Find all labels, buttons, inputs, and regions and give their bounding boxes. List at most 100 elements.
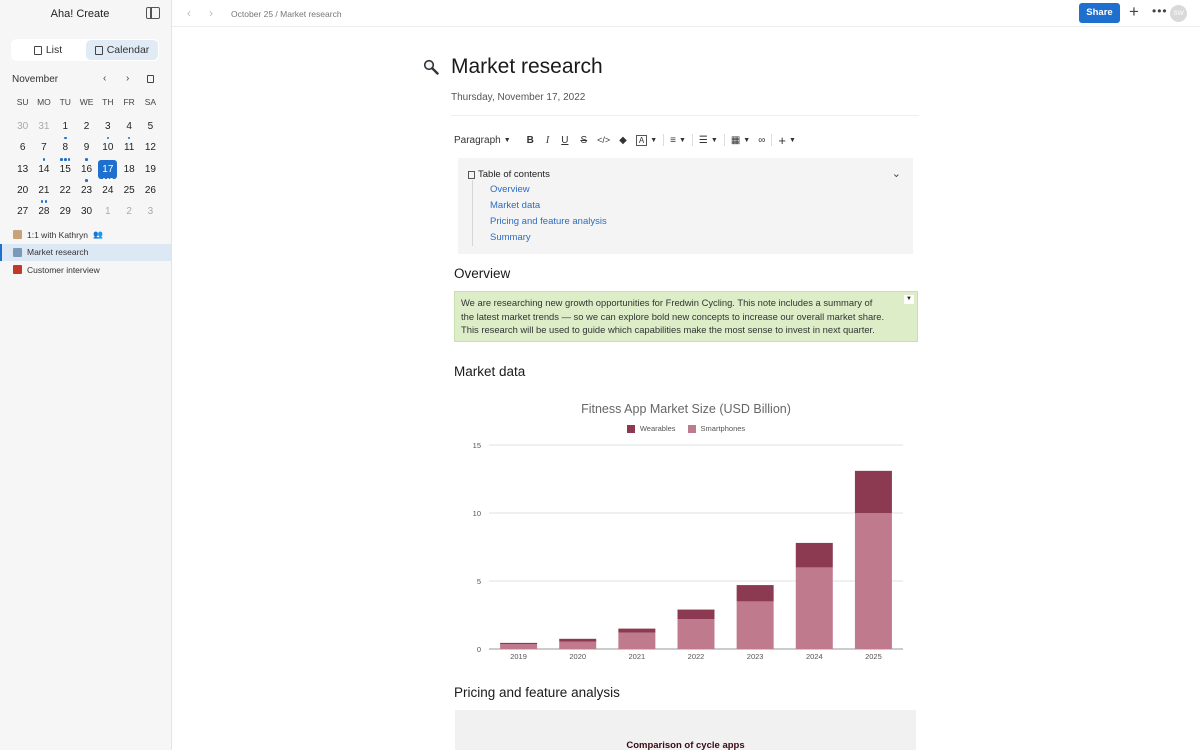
note-item[interactable]: Market research [0, 243, 171, 261]
toc-title: Table of contents [468, 169, 550, 180]
calendar-day[interactable]: 9 [76, 138, 97, 161]
calendar-day[interactable]: 24 [97, 181, 118, 202]
day-number: 12 [144, 142, 156, 154]
magnifier-icon[interactable] [423, 59, 439, 75]
toc-link[interactable]: Pricing and feature analysis [490, 214, 607, 230]
underline-icon[interactable]: U [561, 135, 568, 146]
chevron-down-icon[interactable]: ⌄ [892, 167, 901, 180]
calendar-day[interactable]: 1 [55, 117, 76, 140]
calendar-day[interactable]: 4 [118, 117, 139, 140]
calendar-day-selected[interactable]: 17 [97, 159, 118, 181]
breadcrumb[interactable]: October 25 / Market research [231, 9, 342, 19]
calendar-day[interactable]: 2 [118, 202, 139, 223]
day-number: 11 [123, 142, 135, 154]
overview-callout[interactable]: We are researching new growth opportunit… [454, 291, 918, 342]
calendar-day[interactable]: 3 [97, 117, 118, 140]
bar-smartphones-2020 [559, 641, 597, 649]
y-tick-label: 0 [477, 645, 481, 654]
calendar-day[interactable]: 15 [55, 160, 76, 181]
sidebar-toggle-icon[interactable] [146, 7, 160, 19]
x-tick-label: 2019 [510, 652, 527, 661]
day-number: 15 [59, 163, 71, 175]
calendar-day[interactable]: 29 [55, 202, 76, 223]
more-options-icon[interactable]: ••• [1152, 4, 1168, 18]
calendar-day[interactable]: 8 [55, 138, 76, 161]
calendar-grid: SU MO TU WE TH FR SA 30 31 1 2 3 4 5 6 7 8 9 10 11 12 13 14 15 1… [12, 96, 161, 223]
italic-icon[interactable]: I [546, 135, 549, 146]
calendar-day[interactable]: 26 [140, 181, 161, 202]
day-number: 3 [105, 121, 111, 133]
sidebar-header: Aha! Create [0, 0, 171, 27]
insert-dropdown[interactable]: + ▼ [778, 133, 796, 148]
calendar-view-button[interactable]: Calendar [86, 40, 158, 60]
divider [451, 115, 919, 116]
note-item[interactable]: Customer interview [0, 261, 171, 279]
back-icon[interactable]: ‹ [187, 6, 191, 20]
list-view-label: List [45, 44, 63, 56]
calendar-day[interactable]: 18 [118, 160, 139, 181]
calendar-day[interactable]: 5 [140, 117, 161, 138]
overview-heading[interactable]: Overview [454, 266, 510, 281]
strikethrough-icon[interactable]: S [580, 135, 587, 146]
month-label: November [12, 74, 59, 85]
calendar-day[interactable]: 19 [140, 160, 161, 181]
calendar-day[interactable]: 20 [12, 181, 33, 202]
next-month-icon[interactable]: › [126, 73, 129, 84]
calendar-day[interactable]: 7 [33, 138, 54, 161]
paragraph-style-dropdown[interactable]: Paragraph ▼ [454, 135, 511, 146]
calendar-day[interactable]: 23 [76, 181, 97, 202]
avatar[interactable]: SW [1170, 5, 1187, 22]
list-dropdown[interactable]: ☰ ▼ [699, 135, 718, 146]
day-number: 6 [19, 142, 26, 154]
share-button[interactable]: Share [1079, 3, 1120, 23]
calendar-day[interactable]: 11 [118, 138, 139, 159]
calendar-day[interactable]: 1 [97, 202, 118, 223]
code-icon[interactable]: </> [597, 135, 610, 145]
calendar-day[interactable]: 27 [12, 202, 33, 223]
calendar-day[interactable]: 6 [12, 138, 33, 159]
today-calendar-icon[interactable] [147, 75, 154, 83]
calendar-day[interactable]: 31 [33, 117, 54, 138]
caret-down-icon: ▼ [678, 136, 686, 144]
calendar-day[interactable]: 21 [33, 181, 54, 203]
calendar-day[interactable]: 25 [118, 181, 139, 202]
note-item[interactable]: 1:1 with Kathryn 👥 [0, 226, 171, 244]
calendar-day[interactable]: 2 [76, 117, 97, 138]
view-switch: List Calendar [11, 39, 159, 61]
toc-link[interactable]: Market data [490, 198, 607, 214]
toc-link[interactable]: Overview [490, 182, 607, 198]
add-icon[interactable]: + [1129, 2, 1139, 22]
calendar-day[interactable]: 30 [76, 202, 97, 223]
calendar-day[interactable]: 12 [140, 138, 161, 159]
forward-icon[interactable]: › [209, 6, 213, 20]
previous-month-icon[interactable]: ‹ [103, 73, 106, 84]
calendar-day[interactable]: 22 [55, 181, 76, 202]
calendar-day[interactable]: 16 [76, 160, 97, 182]
bar-wearables-2025 [854, 470, 892, 513]
page-title[interactable]: Market research [451, 55, 603, 79]
day-number: 2 [126, 205, 132, 217]
calendar-day[interactable]: 13 [12, 160, 33, 181]
align-dropdown[interactable]: ≡ ▼ [670, 135, 686, 146]
weekday-label: SA [144, 97, 157, 107]
day-number: 29 [59, 205, 71, 217]
eraser-icon[interactable]: ◆ [619, 135, 627, 146]
text-color-dropdown[interactable]: A ▼ [635, 134, 657, 146]
comparison-table-title: Comparison of cycle apps [626, 740, 745, 751]
editor-toolbar: Paragraph ▼ B I U S </> ◆ A ▼ ≡ ▼ ☰ ▼ ▦ … [451, 131, 796, 149]
calendar-day[interactable]: 30 [12, 117, 33, 138]
toc-link[interactable]: Summary [490, 230, 607, 246]
pricing-heading[interactable]: Pricing and feature analysis [454, 685, 620, 700]
calendar-day[interactable]: 10 [97, 138, 118, 159]
calendar-day[interactable]: 3 [140, 202, 161, 223]
calendar-day[interactable]: 28 [33, 202, 54, 223]
callout-menu-icon[interactable]: ▼ [904, 295, 914, 304]
bold-icon[interactable]: B [527, 135, 534, 146]
phone-icon [13, 265, 22, 275]
bar-smartphones-2019 [500, 644, 538, 649]
table-dropdown[interactable]: ▦ ▼ [731, 135, 750, 146]
link-icon[interactable]: ∞ [758, 135, 765, 146]
calendar-day[interactable]: 14 [33, 160, 54, 181]
list-view-button[interactable]: List [12, 40, 84, 60]
market-data-heading[interactable]: Market data [454, 364, 525, 379]
